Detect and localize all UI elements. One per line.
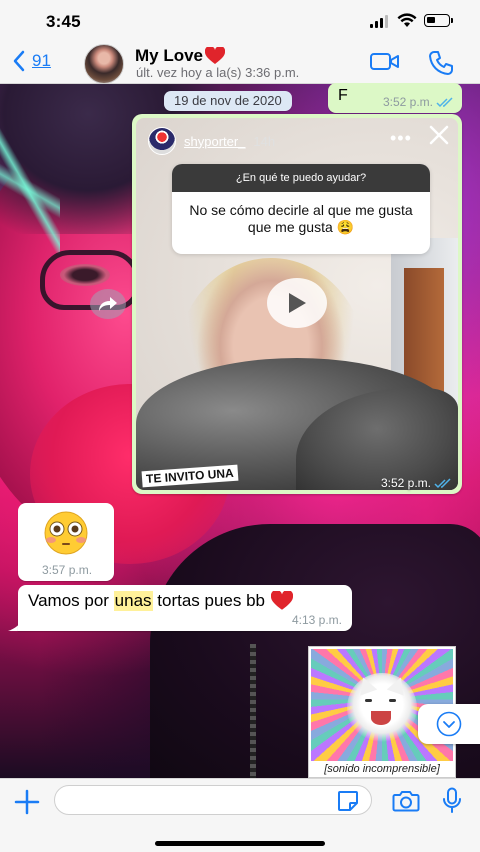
message-meta: 3:57 p.m. [42,563,92,577]
scroll-to-bottom-button[interactable] [418,704,480,744]
story-video-thumbnail[interactable]: shyporter_ 14h ••• ¿En qué te puedo ayud… [136,118,458,490]
chevron-down-icon [436,711,462,737]
heart-emoji-icon [271,591,294,610]
camera-icon[interactable] [392,789,420,813]
message-time: 3:57 p.m. [42,563,93,577]
more-options-icon: ••• [390,128,412,148]
message-text-highlight: unas [113,591,153,611]
plus-icon[interactable] [14,789,40,815]
play-button[interactable] [267,278,327,328]
read-ticks-icon [434,477,451,488]
battery-icon [424,14,453,27]
wallpaper-zipper-shape [250,644,256,778]
message-text-after: tortas pues bb [152,591,266,610]
wallpaper-lights-shape [0,114,60,254]
message-meta: 3:52 p.m. [383,95,454,109]
story-age: 14h [253,133,276,149]
forward-arrow-icon [99,297,117,311]
cellular-signal-icon [370,14,390,28]
message-input[interactable] [54,785,372,815]
sticker-caption: [sonido incomprensible] [324,763,440,775]
date-separator: 19 de nov de 2020 [164,91,292,111]
sticker-icon[interactable] [336,789,360,813]
flushed-face-emoji-icon [44,511,88,555]
wifi-icon [397,13,417,27]
question-text: No se cómo decirle al que me gusta que m… [189,202,413,235]
story-question-card: ¿En qué te puedo ayudar? No se cómo deci… [172,164,430,254]
message-meta: 4:13 p.m. [292,613,342,627]
status-time: 3:45 [46,12,81,31]
play-icon [289,293,306,313]
incoming-message-bubble[interactable]: Vamos por unas tortas pues bb 4:13 p.m. [18,585,352,631]
message-text-before: Vamos por [28,591,114,610]
message-time: 3:52 p.m. [380,476,431,490]
heart-emoji-icon [205,47,226,64]
unread-chats-count: 91 [32,51,51,70]
message-meta: 3:52 p.m. [381,476,452,490]
question-title: ¿En qué te puedo ayudar? [172,164,430,192]
contact-avatar[interactable] [84,44,124,84]
close-icon [429,125,449,145]
last-seen-status: últ. vez hoy a la(s) 3:36 p.m. [136,65,300,80]
chat-header: 91 My Love últ. vez hoy a la(s) 3:36 p.m… [0,44,480,84]
microphone-icon[interactable] [441,787,463,815]
contact-name[interactable]: My Love [135,46,226,66]
read-ticks-icon [436,96,453,107]
forward-button[interactable] [90,289,126,319]
status-bar: 3:45 [0,0,480,44]
sticker-cat-shape [347,673,417,743]
message-time: 4:13 p.m. [291,613,342,627]
message-text: F [338,87,348,104]
story-user-row: shyporter_ 14h [148,126,275,156]
message-text: Vamos por unas tortas pues bb [28,591,294,611]
message-input-bar [0,778,480,852]
incoming-emoji-bubble[interactable]: 😳 3:57 p.m. [18,503,114,581]
home-indicator[interactable] [155,841,325,846]
message-time: 3:52 p.m. [382,95,433,109]
whatsapp-chat-screen: 3:45 91 My Love últ. vez hoy a la(s) 3:3… [0,0,480,852]
back-button[interactable]: 91 [12,50,51,72]
story-reply-bubble[interactable]: shyporter_ 14h ••• ¿En qué te puedo ayud… [132,114,462,494]
story-username: shyporter_ [184,133,246,149]
story-user-avatar [148,127,176,155]
outgoing-message-bubble[interactable]: F 3:52 p.m. [328,83,462,113]
contact-name-text: My Love [135,46,204,65]
video-call-button[interactable] [370,52,400,72]
voice-call-button[interactable] [428,50,454,76]
chevron-left-icon [13,50,25,72]
